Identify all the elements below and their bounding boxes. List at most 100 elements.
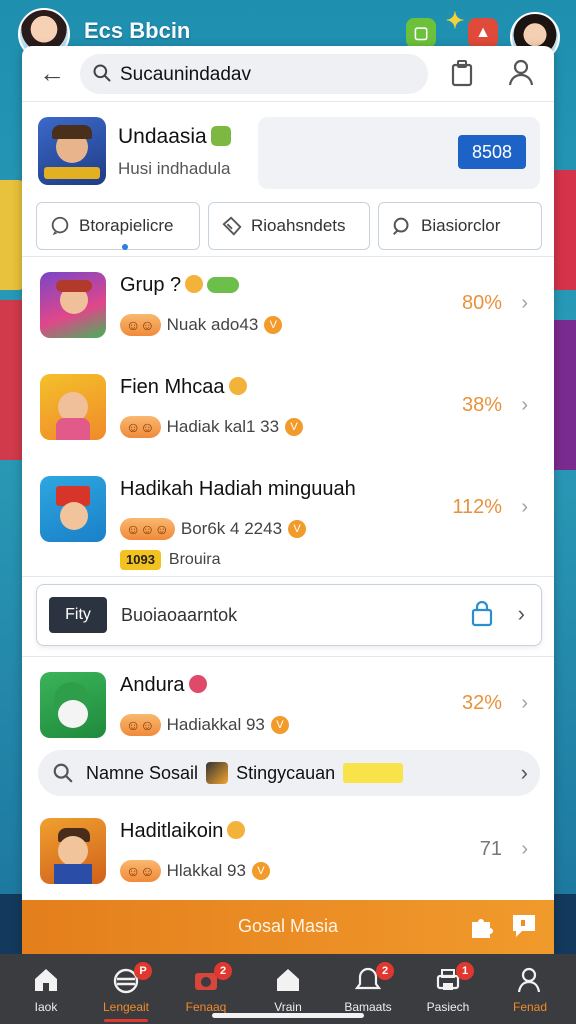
- chevron-right-icon[interactable]: ›: [521, 760, 528, 786]
- bottom-navigation: Iaok P Lengeait 2 Fenaaq Vrain 2 Bamaats…: [0, 954, 576, 1024]
- item-title: Hadikah Hadiah minguuah: [120, 478, 356, 500]
- item-thumbnail: [40, 272, 106, 338]
- chip-label: Rioahsndets: [251, 216, 346, 235]
- main-card: ← Sucaunindadav Undaasia Husi indhadula …: [22, 46, 554, 954]
- chip-chat[interactable]: Btorapielicre: [36, 202, 200, 250]
- active-tab-indicator: [104, 1019, 148, 1022]
- house-icon: [277, 969, 299, 991]
- background-decoration: [552, 170, 576, 290]
- chevron-right-icon[interactable]: ›: [518, 601, 525, 627]
- item-meta: ☺☺☺ Bor6k 4 2243 V: [120, 518, 307, 540]
- item-title-text: Haditlaikoin: [120, 820, 224, 842]
- notification-badge: 2: [376, 962, 394, 980]
- list-item[interactable]: Andura ☺☺ Hadiakkal 93 V 32% ›: [22, 656, 554, 756]
- red-bag-icon[interactable]: ▲: [468, 18, 498, 48]
- coin-icon: V: [288, 520, 307, 538]
- item-meta: ☺☺ Hadiak kal1 33 V: [120, 416, 304, 438]
- reaction-pill: ☺☺: [120, 714, 161, 736]
- chevron-right-icon[interactable]: ›: [521, 394, 528, 417]
- chevron-right-icon[interactable]: ›: [521, 692, 528, 715]
- search-icon: [53, 763, 73, 783]
- item-meta: ☺☺ Hlakkal 93 V: [120, 860, 270, 882]
- chip-tag[interactable]: Rioahsndets: [208, 202, 370, 250]
- coin-icon: V: [285, 418, 304, 436]
- tag-badge: 1093: [120, 550, 161, 570]
- item-meta: ☺☺ Hadiakkal 93 V: [120, 714, 289, 736]
- chip-search[interactable]: Biasiorclor: [378, 202, 542, 250]
- list-item[interactable]: Hadikah Hadiah minguuah ☺☺☺ Bor6k 4 2243…: [22, 460, 554, 578]
- search-input[interactable]: Sucaunindadav: [80, 54, 428, 94]
- item-meta-text: Hadiakkal 93: [166, 715, 265, 734]
- item-percent: 71: [479, 838, 502, 860]
- pin-icon[interactable]: ✦: [440, 6, 470, 36]
- nav-item-basket[interactable]: P Lengeait: [90, 962, 162, 1022]
- featured-panel: 8508: [258, 117, 540, 189]
- chevron-right-icon[interactable]: ›: [521, 838, 528, 861]
- item-title: Grup ?: [120, 274, 240, 297]
- footer-banner[interactable]: Gosal Masia: [22, 900, 554, 954]
- item-percent: 32%: [461, 692, 502, 714]
- home-indicator: [212, 1013, 364, 1018]
- social-labels: Namne Sosail Stingycauan: [86, 762, 404, 784]
- promo-banner[interactable]: Fity Buoiaoaarntok ›: [36, 584, 542, 646]
- filter-chips: Btorapielicre Rioahsndets Biasiorclor: [22, 198, 554, 254]
- notification-badge: 1: [456, 962, 474, 980]
- featured-item[interactable]: Undaasia Husi indhadula 8508: [22, 103, 554, 199]
- list-item[interactable]: Haditlaikoin ☺☺ Hlakkal 93 V 71 ›: [22, 802, 554, 902]
- item-thumbnail: [40, 818, 106, 884]
- search-icon: [93, 64, 111, 82]
- nav-item-home[interactable]: Iaok: [10, 962, 82, 1022]
- green-square-icon[interactable]: ▢: [406, 18, 436, 48]
- tag-text: Brouira: [168, 551, 221, 568]
- coin-icon: V: [251, 862, 270, 880]
- nav-label: Fenad: [512, 1000, 548, 1014]
- puzzle-icon[interactable]: [468, 914, 494, 940]
- item-percent: 38%: [461, 394, 502, 416]
- coin-icon: V: [264, 316, 283, 334]
- reaction-pill: ☺☺: [120, 860, 161, 882]
- chevron-right-icon[interactable]: ›: [521, 496, 528, 519]
- item-title: Andura: [120, 674, 207, 697]
- chevron-right-icon[interactable]: ›: [521, 292, 528, 315]
- back-arrow-icon[interactable]: ←: [36, 58, 68, 90]
- item-tag-line: 1093 Brouira: [120, 550, 221, 570]
- item-thumbnail: [40, 672, 106, 738]
- badge-icon: [210, 126, 231, 146]
- featured-thumbnail: [38, 117, 106, 185]
- list-item[interactable]: Grup ? ☺☺ Nuak ado43 V 80% ›: [22, 256, 554, 356]
- promo-logo: Fity: [49, 597, 107, 633]
- nav-label: Fenaaq: [185, 1000, 227, 1014]
- active-indicator: [122, 244, 128, 250]
- item-thumbnail: [40, 374, 106, 440]
- nav-item-printer[interactable]: 1 Pasiech: [412, 962, 484, 1022]
- value-button[interactable]: 8508: [458, 135, 526, 169]
- top-bar: Ecs Bbcin ▢ ✦ ▲: [0, 0, 576, 62]
- person-icon: [517, 967, 541, 993]
- list-item[interactable]: Fien Mhcaa ☺☺ Hadiak kal1 33 V 38% ›: [22, 358, 554, 458]
- emoji-icon: [188, 675, 207, 693]
- item-title-text: Fien Mhcaa: [120, 376, 225, 398]
- chat-bubble-icon[interactable]: [510, 912, 538, 940]
- emoji-icon: [185, 275, 204, 293]
- nav-label: Vrain: [274, 1000, 302, 1014]
- badge-icon: [207, 277, 240, 293]
- clipboard-icon[interactable]: [450, 59, 474, 87]
- social-search-bar[interactable]: Namne Sosail Stingycauan ›: [38, 750, 540, 796]
- emoji-icon: [228, 377, 247, 395]
- item-thumbnail: [40, 476, 106, 542]
- chip-label: Biasiorclor: [421, 216, 501, 235]
- reaction-pill: ☺☺: [120, 314, 161, 336]
- featured-title-text: Undaasia: [118, 125, 207, 148]
- promo-text: Buoiaoaarntok: [121, 605, 238, 625]
- nav-label: Bamaats: [344, 1000, 392, 1014]
- home-icon: [35, 969, 57, 991]
- divider: [22, 576, 554, 577]
- item-title: Fien Mhcaa: [120, 376, 247, 399]
- item-title-text: Grup ?: [120, 274, 182, 296]
- app-title: Ecs Bbcin: [84, 18, 191, 43]
- emoji-icon: [227, 821, 246, 839]
- item-title-text: Andura: [120, 674, 185, 696]
- bookmark-icon: [206, 762, 229, 784]
- user-icon[interactable]: [508, 58, 534, 86]
- nav-item-profile[interactable]: Fenad: [494, 962, 566, 1022]
